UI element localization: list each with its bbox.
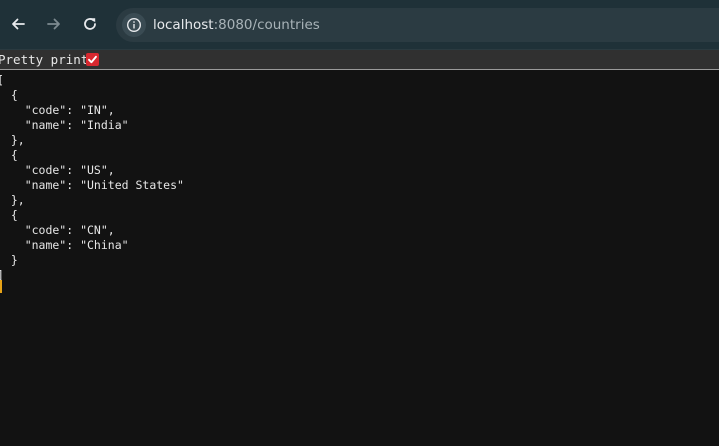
json-line: }	[10, 253, 18, 267]
json-line: {	[10, 208, 18, 222]
json-line: "name": "India"	[0, 118, 129, 132]
pretty-print-checkbox[interactable]	[86, 53, 99, 66]
forward-button[interactable]	[40, 10, 68, 38]
url-text[interactable]: localhost:8080/countries	[153, 17, 320, 33]
browser-toolbar: localhost:8080/countries	[0, 0, 719, 50]
reload-icon	[84, 18, 96, 30]
url-host: localhost	[153, 17, 214, 33]
json-content: [ { "code": "IN", "name": "India" }, { "…	[0, 73, 184, 283]
address-bar[interactable]: localhost:8080/countries	[116, 8, 719, 42]
json-line: "code": "CN",	[0, 223, 115, 237]
json-line: {	[10, 148, 18, 162]
json-line: "name": "China"	[0, 238, 129, 252]
site-info-button[interactable]	[122, 13, 146, 37]
info-icon	[126, 17, 142, 33]
json-line: {	[10, 88, 18, 102]
arrow-left-icon	[12, 18, 25, 30]
json-line: },	[10, 133, 25, 147]
json-line: "code": "US",	[0, 163, 115, 177]
json-line: [	[0, 73, 4, 87]
text-caret	[0, 280, 2, 293]
json-viewer: [ { "code": "IN", "name": "India" }, { "…	[0, 71, 719, 446]
json-line: "name": "United States"	[0, 178, 184, 192]
json-line: "code": "IN",	[0, 103, 115, 117]
back-button[interactable]	[4, 10, 32, 38]
reload-button[interactable]	[76, 10, 104, 38]
json-line: },	[10, 193, 25, 207]
pretty-print-label: Pretty print	[0, 52, 89, 67]
pretty-print-bar: Pretty print	[0, 50, 719, 70]
checkmark-icon	[88, 55, 97, 64]
url-path: :8080/countries	[213, 17, 320, 33]
arrow-right-icon	[47, 18, 60, 30]
